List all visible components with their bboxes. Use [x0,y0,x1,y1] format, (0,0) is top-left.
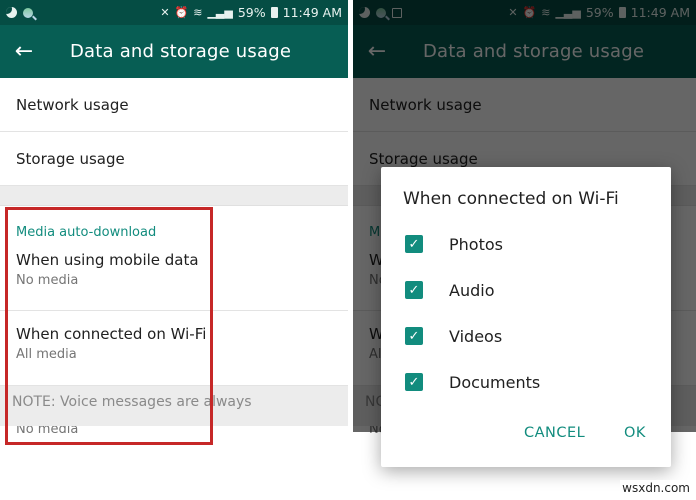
option-documents[interactable]: ✓ Documents [405,370,540,394]
section-divider [0,186,348,206]
battery-percent: 59% [237,5,266,20]
do-not-disturb-icon [6,7,17,18]
checkbox-checked-icon[interactable]: ✓ [405,327,423,345]
watermark: wsxdn.com [620,480,692,496]
cancel-button[interactable]: CANCEL [524,425,585,441]
option-audio[interactable]: ✓ Audio [405,278,494,302]
voice-note: NOTE: Voice messages are always [0,386,348,426]
page-title: Data and storage usage [70,41,292,62]
mute-icon: ✕ [160,6,170,19]
status-bar: ✕ ⏰ ≋ ▁▃▅ 59% 11:49 AM [0,0,348,25]
item-value: All media [16,347,77,362]
clock: 11:49 AM [282,5,342,20]
option-label: Audio [449,280,495,300]
option-label: Videos [449,326,503,346]
screen-dialog: ✕ ⏰ ≋ ▁▃▅ 59% 11:49 AM ← Data and storag… [353,0,696,500]
checkbox-checked-icon[interactable]: ✓ [405,281,423,299]
wifi-item[interactable]: When connected on Wi-Fi All media [0,311,348,386]
storage-usage-item[interactable]: Storage usage [0,132,348,186]
dialog-title: When connected on Wi-Fi [403,189,619,209]
checkbox-checked-icon[interactable]: ✓ [405,235,423,253]
screen-settings: ✕ ⏰ ≋ ▁▃▅ 59% 11:49 AM ← Data and storag… [0,0,348,500]
wifi-download-dialog: When connected on Wi-Fi ✓ Photos ✓ Audio… [381,167,671,467]
item-value: No media [16,273,79,288]
search-notification-icon [23,7,33,18]
item-title: When using mobile data [16,251,199,269]
back-arrow-icon[interactable]: ← [0,40,46,63]
checkbox-checked-icon[interactable]: ✓ [405,373,423,391]
section-header: Media auto-download [16,225,157,240]
signal-icon: ▁▃▅ [207,6,233,19]
network-usage-item[interactable]: Network usage [0,78,348,132]
mobile-data-item[interactable]: When using mobile data No media [0,243,348,311]
option-videos[interactable]: ✓ Videos [405,324,502,348]
alarm-icon: ⏰ [174,6,189,19]
battery-icon [270,7,278,18]
item-title: When connected on Wi-Fi [16,325,207,343]
option-photos[interactable]: ✓ Photos [405,232,503,256]
settings-list: Network usage Storage usage Media auto-d… [0,78,348,500]
option-label: Documents [449,372,541,392]
app-bar: ← Data and storage usage [0,25,348,78]
wifi-icon: ≋ [193,6,203,19]
ok-button[interactable]: OK [624,425,646,441]
option-label: Photos [449,234,503,254]
